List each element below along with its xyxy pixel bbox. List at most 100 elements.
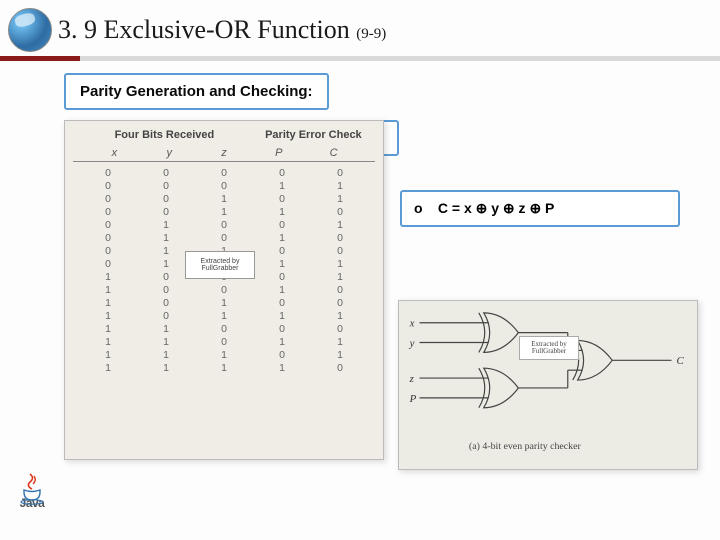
table-cell: 1 (311, 219, 369, 231)
table-cell: 0 (253, 349, 311, 361)
col-p: P (251, 147, 306, 159)
bullet-icon: o (414, 200, 434, 216)
table-cell: 1 (311, 349, 369, 361)
table-cell: 1 (137, 362, 195, 374)
table-cell: 0 (195, 284, 253, 296)
table-cell: 0 (137, 180, 195, 192)
table-cell: 0 (79, 219, 137, 231)
table-cell: 1 (195, 349, 253, 361)
table-row: 00101 (79, 193, 369, 205)
table-cell: 0 (195, 232, 253, 244)
table-row: 11011 (79, 336, 369, 348)
formula-box: o C = x ⊕ y ⊕ z ⊕ P (400, 190, 680, 227)
subtitle-box: Parity Generation and Checking: (64, 73, 329, 110)
java-cup-icon (17, 472, 47, 496)
col-x: x (87, 147, 142, 159)
table-cell: 0 (137, 206, 195, 218)
table-row: 01010 (79, 232, 369, 244)
table-row: 11000 (79, 323, 369, 335)
table-cell: 1 (311, 258, 369, 270)
diag-c: C (676, 355, 684, 367)
table-cell: 0 (137, 284, 195, 296)
circuit-svg: .l{stroke:#444;stroke-width:1.2;fill:non… (399, 301, 697, 469)
table-row: 10111 (79, 310, 369, 322)
table-cell: 0 (253, 323, 311, 335)
table-group-check: Parity Error Check (254, 129, 373, 141)
table-row: 10100 (79, 297, 369, 309)
diag-p: P (409, 393, 417, 405)
table-cell: 1 (311, 310, 369, 322)
table-cell: 1 (253, 284, 311, 296)
table-cell: 0 (253, 193, 311, 205)
table-cell: 0 (79, 180, 137, 192)
table-cell: 1 (137, 336, 195, 348)
table-cell: 1 (253, 232, 311, 244)
table-cell: 0 (79, 258, 137, 270)
table-cell: 0 (311, 362, 369, 374)
table-cell: 0 (311, 284, 369, 296)
globe-icon (8, 8, 52, 52)
table-cell: 1 (253, 336, 311, 348)
table-cell: 0 (137, 310, 195, 322)
table-cell: 0 (79, 193, 137, 205)
table-cell: 0 (253, 271, 311, 283)
table-row: 00110 (79, 206, 369, 218)
truth-table-image: Four Bits Received Parity Error Check x … (64, 120, 384, 460)
table-cell: 0 (195, 219, 253, 231)
table-row: 11110 (79, 362, 369, 374)
table-cell: 0 (79, 167, 137, 179)
table-cell: 1 (79, 271, 137, 283)
table-header-groups: Four Bits Received Parity Error Check (65, 121, 383, 145)
table-cell: 1 (79, 284, 137, 296)
col-z: z (197, 147, 252, 159)
watermark-label: Extracted by FullGrabber (185, 251, 255, 279)
table-row: 11101 (79, 349, 369, 361)
col-y: y (142, 147, 197, 159)
table-cell: 1 (137, 349, 195, 361)
title-note: (9-9) (356, 26, 386, 42)
formula-text: C = x ⊕ y ⊕ z ⊕ P (438, 200, 555, 216)
table-cell: 1 (79, 323, 137, 335)
table-row: 00011 (79, 180, 369, 192)
table-cell: 1 (195, 193, 253, 205)
table-cell: 0 (253, 219, 311, 231)
table-cell: 0 (79, 232, 137, 244)
table-cell: 1 (137, 323, 195, 335)
table-cell: 0 (195, 323, 253, 335)
table-cell: 0 (137, 193, 195, 205)
table-cell: 1 (79, 349, 137, 361)
table-cell: 0 (137, 167, 195, 179)
table-cell: 1 (79, 297, 137, 309)
table-cell: 1 (253, 310, 311, 322)
table-cell: 1 (79, 310, 137, 322)
java-logo: Java (8, 472, 56, 532)
table-cell: 0 (79, 245, 137, 257)
table-row: 10010 (79, 284, 369, 296)
table-cell: 1 (253, 180, 311, 192)
table-row: 01001 (79, 219, 369, 231)
table-cell: 0 (253, 167, 311, 179)
table-cell: 1 (311, 336, 369, 348)
table-cell: 0 (79, 206, 137, 218)
table-cell: 0 (311, 206, 369, 218)
table-cell: 1 (195, 206, 253, 218)
title-text: 3. 9 Exclusive-OR Function (58, 15, 350, 44)
table-cell: 0 (253, 297, 311, 309)
table-row: 00000 (79, 167, 369, 179)
table-cell: 1 (311, 180, 369, 192)
diagram-watermark: Extracted by FullGrabber (519, 336, 579, 360)
table-cell: 1 (137, 232, 195, 244)
table-cell: 0 (137, 297, 195, 309)
table-cell: 0 (253, 245, 311, 257)
table-cell: 1 (79, 336, 137, 348)
circuit-diagram: .l{stroke:#444;stroke-width:1.2;fill:non… (398, 300, 698, 470)
diag-y: y (409, 337, 415, 349)
table-cell: 1 (311, 193, 369, 205)
table-cell: 1 (195, 362, 253, 374)
col-c: C (306, 147, 361, 159)
table-cell: 1 (79, 362, 137, 374)
diag-z: z (409, 373, 415, 385)
table-cell: 0 (195, 180, 253, 192)
table-cell: 1 (253, 258, 311, 270)
slide-header: 3. 9 Exclusive-OR Function (9-9) (0, 0, 720, 56)
